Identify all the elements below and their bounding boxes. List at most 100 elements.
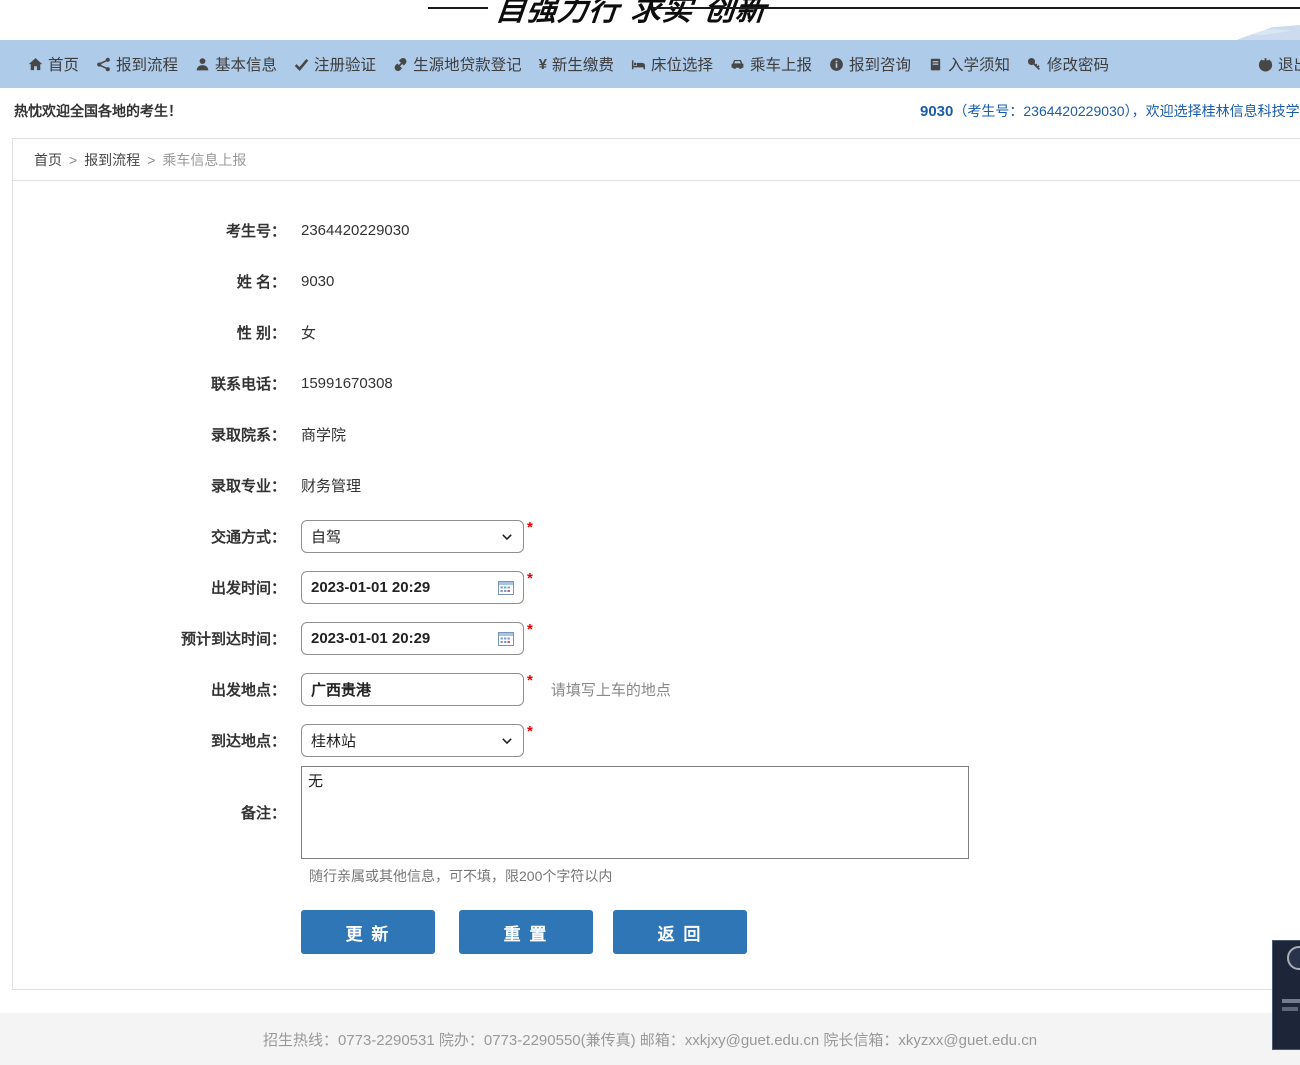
form-row-arrive-place: 到达地点： 桂林站 *	[13, 715, 1300, 766]
student-welcome-rest: （考生号：2364420229030），欢迎选择桂林信息科技学	[953, 103, 1299, 119]
nav-item-label: 入学须知	[948, 53, 1010, 75]
breadcrumb-separator: >	[69, 152, 77, 168]
car-icon	[730, 57, 745, 72]
nav-item-report-consult[interactable]: 报到咨询	[829, 53, 911, 75]
student-welcome: 9030（考生号：2364420229030），欢迎选择桂林信息科技学	[920, 88, 1300, 135]
depart-place-value: 广西贵港	[311, 679, 514, 700]
transport-mode-label: 交通方式：	[13, 526, 301, 547]
calendar-icon[interactable]	[498, 580, 514, 595]
nav-item-label: 报到咨询	[849, 53, 911, 75]
required-mark: *	[527, 570, 533, 587]
required-mark: *	[527, 723, 533, 740]
arrive-time-label: 预计到达时间：	[13, 628, 301, 649]
transport-report-form: 考生号： 2364420229030 姓 名： 9030 性 别： 女 联系电话…	[13, 181, 1300, 954]
banner-decoration	[1238, 25, 1300, 40]
nav-item-label: 生源地贷款登记	[413, 53, 522, 75]
nav-item-register-verify[interactable]: 注册验证	[294, 53, 376, 75]
required-mark: *	[527, 519, 533, 536]
arrive-place-value: 桂林站	[311, 730, 500, 751]
nav-item-admission-notice[interactable]: 入学须知	[928, 53, 1010, 75]
transport-mode-value: 自驾	[311, 526, 500, 547]
welcome-message: 热忱欢迎全国各地的考生！	[14, 88, 182, 135]
form-row-remark: 备注： 无	[13, 766, 1300, 859]
link-icon	[393, 57, 408, 72]
nav-item-bed-select[interactable]: 床位选择	[631, 53, 713, 75]
user-icon	[195, 57, 210, 72]
depart-time-value: 2023-01-01 20:29	[311, 579, 498, 596]
welcome-strip: 热忱欢迎全国各地的考生！ 9030（考生号：2364420229030），欢迎选…	[0, 88, 1300, 135]
nav-item-payment[interactable]: ¥ 新生缴费	[539, 53, 614, 75]
breadcrumb-home[interactable]: 首页	[34, 150, 62, 170]
remark-hint: 随行亲属或其他信息，可不填，限200个字符以内	[309, 866, 1300, 886]
calendar-icon[interactable]	[498, 631, 514, 646]
breadcrumb-current: 乘车信息上报	[162, 150, 246, 170]
transport-mode-select[interactable]: 自驾	[301, 520, 524, 553]
name-value: 9030	[301, 273, 334, 290]
nav-item-label: 首页	[48, 53, 79, 75]
yen-icon: ¥	[539, 56, 547, 73]
arrive-place-label: 到达地点：	[13, 730, 301, 751]
nav-item-label: 基本信息	[215, 53, 277, 75]
form-row-arrive-time: 预计到达时间： 2023-01-01 20:29 *	[13, 613, 1300, 664]
book-icon	[928, 57, 943, 72]
chevron-down-icon	[500, 734, 514, 748]
check-icon	[294, 57, 309, 72]
form-row-phone: 联系电话： 15991670308	[13, 358, 1300, 409]
college-label: 录取院系：	[13, 424, 301, 445]
update-button[interactable]: 更 新	[301, 910, 435, 954]
nav-item-label: 注册验证	[314, 53, 376, 75]
gender-value: 女	[301, 322, 316, 343]
remark-label: 备注：	[13, 802, 301, 823]
motto-rule-left	[428, 7, 488, 9]
breadcrumb-separator: >	[147, 152, 155, 168]
nav-item-change-password[interactable]: 修改密码	[1027, 53, 1109, 75]
nav-item-home[interactable]: 首页	[28, 53, 79, 75]
logout-button[interactable]: 退出	[1258, 53, 1300, 75]
major-value: 财务管理	[301, 475, 361, 496]
nav-item-label: 修改密码	[1047, 53, 1109, 75]
share-icon	[96, 57, 111, 72]
nav-item-label: 报到流程	[116, 53, 178, 75]
nav-item-basic-info[interactable]: 基本信息	[195, 53, 277, 75]
breadcrumb-process[interactable]: 报到流程	[84, 150, 140, 170]
footer-contact: 招生热线：0773-2290531 院办：0773-2290550(兼传真) 邮…	[263, 1029, 1037, 1050]
nav-item-process[interactable]: 报到流程	[96, 53, 178, 75]
nav-item-loan-register[interactable]: 生源地贷款登记	[393, 53, 522, 75]
phone-label: 联系电话：	[13, 373, 301, 394]
remark-textarea[interactable]: 无	[301, 766, 969, 859]
form-row-gender: 性 别： 女	[13, 307, 1300, 358]
student-name: 9030	[920, 103, 953, 120]
floating-service-widget[interactable]	[1272, 940, 1300, 1050]
bed-icon	[631, 57, 646, 72]
form-buttons: 更 新 重 置 返 回	[301, 910, 1300, 954]
reset-button[interactable]: 重 置	[459, 910, 593, 954]
arrive-time-value: 2023-01-01 20:29	[311, 630, 498, 647]
power-icon	[1258, 57, 1273, 72]
main-panel: 首页 > 报到流程 > 乘车信息上报 考生号： 2364420229030 姓 …	[12, 138, 1300, 990]
info-icon	[829, 57, 844, 72]
home-icon	[28, 57, 43, 72]
back-button[interactable]: 返 回	[613, 910, 747, 954]
nav-item-label: 床位选择	[651, 53, 713, 75]
school-motto-calligraphy: 自强力行 求实 创新	[494, 0, 770, 29]
form-row-exam-no: 考生号： 2364420229030	[13, 205, 1300, 256]
college-value: 商学院	[301, 424, 346, 445]
form-row-transport-mode: 交通方式： 自驾 *	[13, 511, 1300, 562]
arrive-place-select[interactable]: 桂林站	[301, 724, 524, 757]
name-label: 姓 名：	[13, 271, 301, 292]
major-label: 录取专业：	[13, 475, 301, 496]
depart-time-input[interactable]: 2023-01-01 20:29	[301, 571, 524, 604]
chevron-down-icon	[500, 530, 514, 544]
form-row-major: 录取专业： 财务管理	[13, 460, 1300, 511]
nav-item-transport-report[interactable]: 乘车上报	[730, 53, 812, 75]
depart-place-input[interactable]: 广西贵港	[301, 673, 524, 706]
nav-item-label: 新生缴费	[552, 53, 614, 75]
form-row-college: 录取院系： 商学院	[13, 409, 1300, 460]
required-mark: *	[527, 621, 533, 638]
arrive-time-input[interactable]: 2023-01-01 20:29	[301, 622, 524, 655]
motto-rule-right	[652, 7, 1300, 9]
depart-time-label: 出发时间：	[13, 577, 301, 598]
form-row-name: 姓 名： 9030	[13, 256, 1300, 307]
widget-text-mark	[1282, 999, 1300, 1003]
breadcrumb: 首页 > 报到流程 > 乘车信息上报	[13, 139, 1300, 181]
